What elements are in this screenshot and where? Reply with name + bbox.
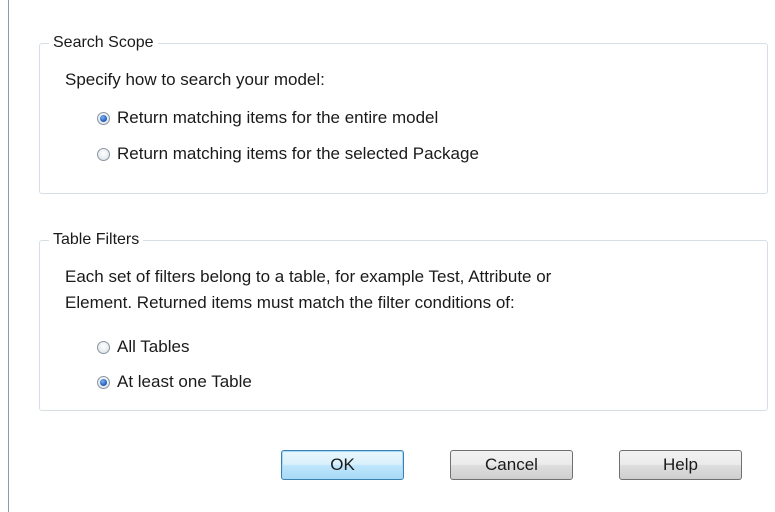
- help-button[interactable]: Help: [619, 450, 742, 480]
- table-filters-description-line2: Element. Returned items must match the f…: [65, 293, 515, 312]
- radio-button-unchecked-icon[interactable]: [97, 340, 110, 354]
- search-scope-group: Search Scope Specify how to search your …: [39, 32, 768, 194]
- radio-selected-package[interactable]: Return matching items for the selected P…: [97, 143, 479, 165]
- radio-at-least-one-table[interactable]: At least one Table: [97, 371, 252, 393]
- search-scope-title: Search Scope: [49, 32, 158, 54]
- table-filters-group: Table Filters Each set of filters belong…: [39, 229, 768, 411]
- radio-all-tables-label: All Tables: [117, 337, 190, 356]
- table-filters-title: Table Filters: [49, 229, 144, 251]
- ok-button[interactable]: OK: [281, 450, 404, 480]
- radio-button-checked-icon[interactable]: [97, 111, 110, 125]
- cancel-button[interactable]: Cancel: [450, 450, 573, 480]
- radio-entire-model[interactable]: Return matching items for the entire mod…: [97, 107, 438, 129]
- table-filters-description-line1: Each set of filters belong to a table, f…: [65, 267, 552, 286]
- radio-at-least-one-table-label: At least one Table: [117, 372, 252, 391]
- radio-entire-model-label: Return matching items for the entire mod…: [117, 108, 439, 127]
- radio-button-checked-icon[interactable]: [97, 375, 110, 389]
- search-options-dialog: Search Scope Specify how to search your …: [8, 0, 775, 512]
- radio-selected-package-label: Return matching items for the selected P…: [117, 144, 479, 163]
- search-scope-prompt: Specify how to search your model:: [65, 70, 325, 89]
- radio-button-unchecked-icon[interactable]: [97, 147, 110, 161]
- radio-all-tables[interactable]: All Tables: [97, 336, 189, 358]
